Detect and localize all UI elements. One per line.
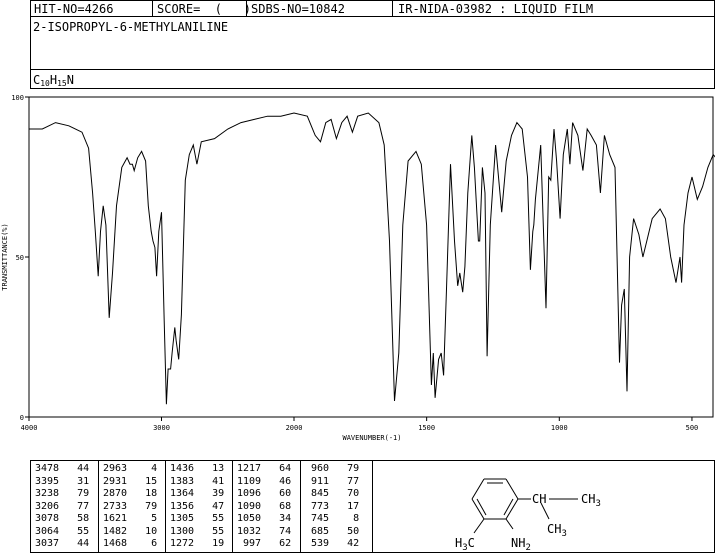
peak-entry: 3206 77 [35,500,90,512]
peak-entry: 1468 6 [103,538,158,549]
peak-entry: 1090 68 [237,500,292,512]
x-tick-label: 1000 [551,424,568,432]
ch3-bottom-label: CH3 [547,522,567,539]
peak-column-divider [165,461,166,552]
x-tick-label: 2000 [286,424,303,432]
y-tick-label: 100 [11,94,24,102]
peak-table: 3478 44 3395 31 3238 79 3206 77 3078 58 3064 … [30,460,373,553]
peak-entry: 2963 4 [103,463,158,474]
peak-entry: 1482 10 [103,525,158,537]
molecular-structure: CH CH3 CH3 H3C NH2 [455,478,601,553]
chart-axes [28,96,714,418]
peak-entry: 2931 15 [103,475,158,487]
x-axis-label: WAVENUMBER(-1) [342,434,401,442]
peak-column-divider [300,461,301,552]
structure-box: CH CH3 CH3 H3C NH2 [372,460,715,553]
peak-entry: 1305 55 [170,513,225,524]
x-tick-label: 3000 [153,424,170,432]
ch3-right-label: CH3 [581,492,601,509]
peak-entry: 2733 79 [103,500,158,512]
peak-entry: 3478 44 [35,463,90,474]
peak-entry: 911 77 [305,475,360,487]
peak-entry: 2870 18 [103,488,158,499]
peak-column-divider [232,461,233,552]
x-tick-label: 4000 [21,424,38,432]
peak-entry: 1096 60 [237,488,292,499]
ch-label: CH [532,492,546,506]
nh2-label: NH2 [511,536,531,553]
y-tick-label: 50 [16,254,24,262]
peak-entry: 1272 19 [170,538,225,549]
peak-entry: 3078 58 [35,513,90,524]
benzene-ring [471,478,578,534]
peak-entry: 1050 34 [237,513,292,524]
peak-entry: 1109 46 [237,475,292,487]
peak-entry: 1217 64 [237,463,292,474]
peak-entry: 997 62 [237,538,292,549]
peak-entry: 773 17 [305,500,360,512]
peak-entry: 3037 44 [35,538,90,549]
peak-entry: 1032 74 [237,525,292,537]
peak-entry: 3064 55 [35,525,90,537]
peak-entry: 1356 47 [170,500,225,512]
peak-entry: 3238 79 [35,488,90,499]
peak-entry: 1436 13 [170,463,225,474]
peak-entry: 1383 41 [170,475,225,487]
x-tick-label: 1500 [418,424,435,432]
peak-entry: 1300 55 [170,525,225,537]
plot-frame [28,96,714,418]
peak-entry: 960 79 [305,463,360,474]
h3c-label: H3C [455,536,475,553]
peak-entry: 1621 5 [103,513,158,524]
peak-entry: 745 8 [305,513,360,524]
peak-entry: 1364 39 [170,488,225,499]
peak-entry: 845 70 [305,488,360,499]
chart-ticks: 4000 3000 2000 1500 1000 500 0 50 100 [11,94,698,432]
x-tick-label: 500 [686,424,699,432]
ir-spectrum-chart: 4000 3000 2000 1500 1000 500 0 50 100 WAVENUMBER… [1,94,715,442]
spectrum-line [29,112,715,405]
peak-column-divider [98,461,99,552]
peak-entry: 3395 31 [35,475,90,487]
peak-entry: 539 42 [305,538,360,549]
peak-entry: 685 50 [305,525,360,537]
y-tick-label: 0 [20,414,24,422]
y-axis-label: TRANSMITTANCE(%) [1,223,9,290]
